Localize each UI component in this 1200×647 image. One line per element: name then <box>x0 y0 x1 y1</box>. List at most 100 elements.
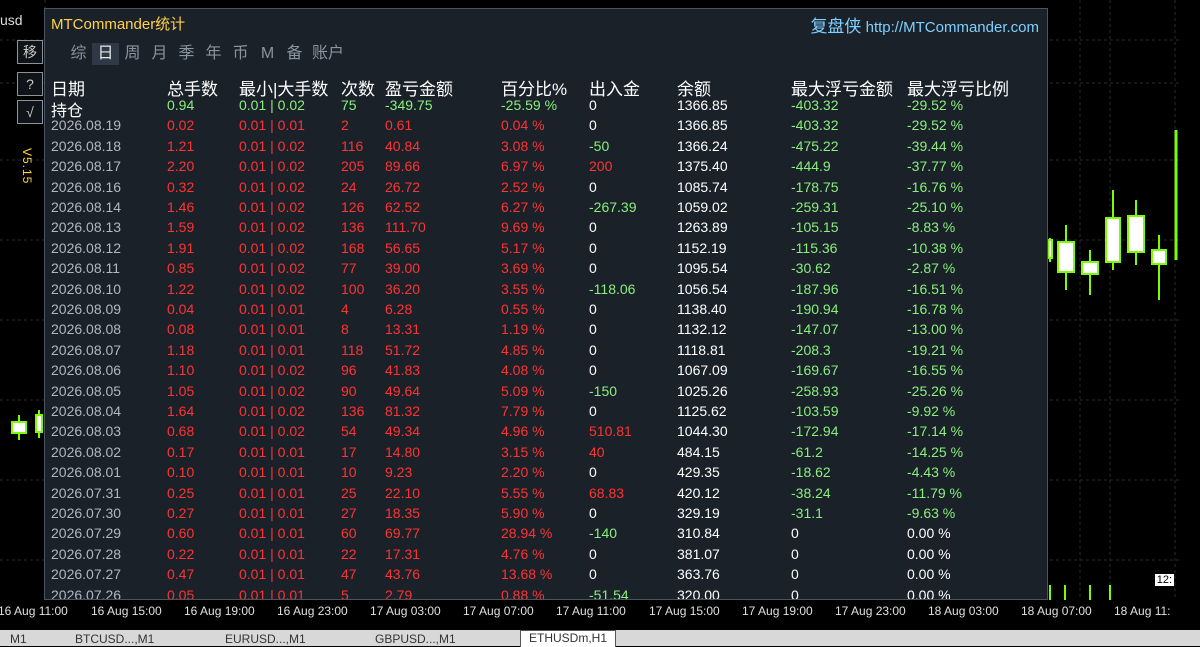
cell-maxddp: -37.77 % <box>907 158 964 175</box>
chart-tab-4[interactable]: ETHUSDm,H1 <box>520 630 617 647</box>
tab-2[interactable]: 周 <box>119 43 146 65</box>
cell-balance: 484.15 <box>677 443 720 460</box>
chart-tab-1[interactable]: BTCUSD...,M1 <box>75 632 154 646</box>
cell-date: 2026.08.03 <box>51 423 122 440</box>
tab-7[interactable]: M <box>254 43 281 65</box>
clock-label: 12: <box>1154 574 1174 586</box>
cell-count: 2 <box>341 117 349 134</box>
cell-date: 2026.07.27 <box>51 566 122 583</box>
tab-8[interactable]: 备 <box>281 43 308 65</box>
chart-tab-0[interactable]: M1 <box>10 632 27 646</box>
cell-pct: 2.20 % <box>501 464 545 481</box>
cell-balance: 1375.40 <box>677 158 728 175</box>
cell-minmax: 0.01 | 0.02 <box>239 382 305 399</box>
cell-count: 25 <box>341 484 357 501</box>
chart-tab-2[interactable]: EURUSD...,M1 <box>225 632 306 646</box>
cell-date: 2026.08.17 <box>51 158 122 175</box>
chart-tab-3[interactable]: GBPUSD...,M1 <box>375 632 456 646</box>
cell-count: 77 <box>341 260 357 277</box>
cell-pct: 0.88 % <box>501 586 545 600</box>
cell-minmax: 0.01 | 0.02 <box>239 239 305 256</box>
cell-maxddp: -17.14 % <box>907 423 964 440</box>
cell-date: 2026.08.11 <box>51 260 121 277</box>
cell-balance: 320.00 <box>677 586 720 600</box>
cell-pct: 5.17 % <box>501 239 545 256</box>
cell-maxddp: -2.87 % <box>907 260 956 277</box>
cell-pct: 5.55 % <box>501 484 545 501</box>
tab-3[interactable]: 月 <box>146 43 173 65</box>
cell-minmax: 0.01 | 0.02 <box>239 137 305 154</box>
cell-flow: 0 <box>589 341 597 358</box>
cell-pnl: 26.72 <box>385 178 421 195</box>
cell-flow: 40 <box>589 443 605 460</box>
time-tick-label: 16 Aug 19:00 <box>184 604 255 618</box>
cell-lots: 1.21 <box>167 137 195 154</box>
cell-flow: 0 <box>589 239 597 256</box>
cell-date: 2026.08.06 <box>51 362 122 379</box>
cell-lots: 1.05 <box>167 382 195 399</box>
cell-pct: 0.04 % <box>501 117 545 134</box>
time-tick-label: 18 Aug 07:00 <box>1021 604 1092 618</box>
cell-date: 2026.07.29 <box>51 525 122 542</box>
tab-9[interactable]: 账户 <box>308 43 348 65</box>
cell-lots: 1.22 <box>167 280 195 297</box>
cell-flow: 0 <box>589 260 597 277</box>
cell-maxddp: -8.83 % <box>907 219 956 236</box>
cell-balance: 1085.74 <box>677 178 728 195</box>
cell-balance: 1263.89 <box>677 219 728 236</box>
cell-balance: 1025.26 <box>677 382 728 399</box>
cell-maxdd: -178.75 <box>791 178 839 195</box>
cell-count: 90 <box>341 382 357 399</box>
cell-flow: 200 <box>589 158 613 175</box>
cell-pnl: 36.20 <box>385 280 421 297</box>
cell-pnl: 43.76 <box>385 566 421 583</box>
cell-flow: 0 <box>589 97 597 113</box>
time-tick-label: 18 Aug 11: <box>1114 604 1171 618</box>
cell-pct: 2.52 % <box>501 178 545 195</box>
time-tick-label: 16 Aug 15:00 <box>91 604 162 618</box>
cell-balance: 1118.81 <box>677 341 726 358</box>
cell-maxdd: -190.94 <box>791 301 839 317</box>
time-tick-label: 17 Aug 11:00 <box>556 604 626 618</box>
cell-lots: 1.10 <box>167 362 195 379</box>
cell-count: 54 <box>341 423 357 440</box>
tab-4[interactable]: 季 <box>173 43 200 65</box>
cell-maxdd: -172.94 <box>791 423 839 440</box>
cell-pnl: 51.72 <box>385 341 421 358</box>
cell-pnl: 69.77 <box>385 525 421 542</box>
cell-pnl: 17.31 <box>385 545 421 562</box>
cell-maxddp: 0.00 % <box>907 586 951 600</box>
cell-maxdd: -187.96 <box>791 280 839 297</box>
cell-maxdd: 0 <box>791 566 799 583</box>
cell-maxddp: -9.63 % <box>907 505 956 521</box>
cell-maxddp: -16.55 % <box>907 362 964 379</box>
cell-minmax: 0.01 | 0.02 <box>239 219 305 236</box>
cell-maxddp: -25.10 % <box>907 199 964 215</box>
cell-pnl: 0.61 <box>385 117 413 134</box>
cell-balance: 1067.09 <box>677 362 728 379</box>
cell-flow: 0 <box>589 566 597 583</box>
cell-balance: 1056.54 <box>677 280 728 297</box>
cell-maxdd: -258.93 <box>791 382 839 399</box>
tab-0[interactable]: 综 <box>65 43 92 65</box>
cell-flow: 0 <box>589 219 597 236</box>
tab-1[interactable]: 日 <box>92 43 119 65</box>
brand-link[interactable]: 复盘侠 http://MTCommander.com <box>810 12 1039 37</box>
tab-5[interactable]: 年 <box>200 43 227 65</box>
cell-lots: 0.17 <box>167 443 195 460</box>
check-button[interactable]: √ <box>17 100 43 124</box>
cell-lots: 0.85 <box>167 260 195 277</box>
cell-balance: 1152.19 <box>677 239 727 256</box>
tab-6[interactable]: 币 <box>227 43 254 65</box>
cell-pnl: 49.64 <box>385 382 421 399</box>
cell-lots: 0.08 <box>167 321 195 338</box>
cell-minmax: 0.01 | 0.01 <box>239 525 305 542</box>
cell-maxddp: -29.52 % <box>907 97 964 113</box>
cell-maxdd: -115.36 <box>791 239 838 256</box>
move-tool-button[interactable]: 移 <box>17 40 43 64</box>
cell-count: 118 <box>341 341 364 358</box>
cell-minmax: 0.01 | 0.02 <box>239 158 305 175</box>
cell-pnl: 111.70 <box>385 219 426 236</box>
help-button[interactable]: ? <box>17 72 43 96</box>
cell-pnl: 41.83 <box>385 362 421 379</box>
